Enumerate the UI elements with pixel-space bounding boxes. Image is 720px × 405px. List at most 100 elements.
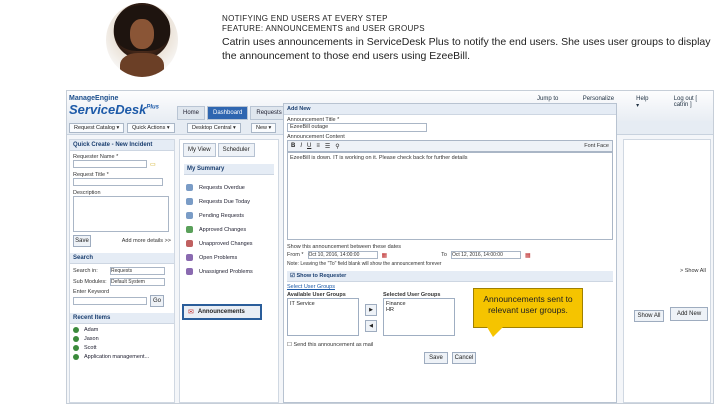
underline-icon[interactable]: U xyxy=(307,143,311,149)
app-logo: ServiceDeskPlus xyxy=(69,102,159,117)
search-in-select[interactable]: Requests xyxy=(110,267,165,275)
request-title-input[interactable] xyxy=(73,178,163,186)
list-icon[interactable]: ☰ xyxy=(325,143,330,150)
summary-item-label: Unassigned Problems xyxy=(199,268,253,275)
summary-item[interactable]: Requests Overdue xyxy=(186,184,245,191)
show-to-requester-toggle[interactable]: ☑ Show to Requester xyxy=(287,271,613,282)
user-icon xyxy=(73,336,79,342)
summary-item-label: Pending Requests xyxy=(199,212,244,219)
summary-item[interactable]: Unassigned Problems xyxy=(186,268,253,275)
summary-item-label: Requests Due Today xyxy=(199,198,250,205)
callout-note: Announcements sent to relevant user grou… xyxy=(473,288,583,328)
show-all-button[interactable]: Show All xyxy=(634,310,664,322)
app-screenshot: ManageEngine ServiceDeskPlus Home Dashbo… xyxy=(66,90,714,404)
main-tabs: Home Dashboard Requests xyxy=(177,106,288,120)
recent-item[interactable]: Scott xyxy=(73,345,171,351)
my-summary-title: My Summary xyxy=(184,164,274,175)
available-group-item[interactable]: IT Service xyxy=(290,301,356,307)
selected-groups-list[interactable]: Finance HR xyxy=(383,298,455,336)
tab-scheduler[interactable]: Scheduler xyxy=(217,143,255,157)
desktop-central-button[interactable]: Desktop Central ▾ xyxy=(187,123,241,133)
cancel-button[interactable]: Cancel xyxy=(452,352,476,364)
problem-icon xyxy=(186,268,193,275)
requester-lookup-icon[interactable]: ▭ xyxy=(150,161,156,168)
sub-modules-label: Sub Modules: xyxy=(73,279,107,285)
add-more-details-link[interactable]: Add more details >> xyxy=(122,238,171,244)
logout-link[interactable]: Log out [ catrin ] xyxy=(674,96,713,109)
search-in-label: Search in: xyxy=(73,268,98,274)
summary-item-label: Unapproved Changes xyxy=(199,240,253,247)
left-panel: Quick Create - New Incident Requester Na… xyxy=(69,139,175,403)
recent-item[interactable]: Adam xyxy=(73,327,171,333)
calendar-icon[interactable]: ▦ xyxy=(525,252,531,259)
summary-item[interactable]: Open Problems xyxy=(186,254,237,261)
summary-item[interactable]: Requests Due Today xyxy=(186,198,250,205)
selected-group-item[interactable]: HR xyxy=(386,307,452,313)
keyword-input[interactable] xyxy=(73,297,147,305)
recent-item-label: Jason xyxy=(84,336,99,342)
link-icon[interactable]: ⚲ xyxy=(335,143,339,150)
add-announcement-form: Add New Announcement Title * EzeeBill ou… xyxy=(283,103,617,403)
summary-item[interactable]: Pending Requests xyxy=(186,212,244,219)
recent-item-label: Scott xyxy=(84,345,97,351)
show-all-link[interactable]: > Show All xyxy=(680,268,706,274)
font-face-select[interactable]: Font Face xyxy=(584,143,609,149)
go-button[interactable]: Go xyxy=(150,295,164,307)
description-textarea[interactable] xyxy=(73,196,169,232)
announcement-icon: ✉ xyxy=(188,309,194,316)
announcement-title-label: Announcement Title * xyxy=(287,117,340,123)
my-summary-panel: My View Scheduler My Summary Requests Ov… xyxy=(179,139,279,403)
recent-item-label: Application management... xyxy=(84,354,150,360)
recent-item-label: Adam xyxy=(84,327,99,333)
italic-icon[interactable]: I xyxy=(300,143,302,149)
request-icon xyxy=(186,212,193,219)
new-button[interactable]: New ▾ xyxy=(251,123,277,133)
to-date-input[interactable]: Oct 12, 2016, 14:00:00 xyxy=(450,251,521,259)
summary-item-label: Approved Changes xyxy=(199,226,247,233)
save-button[interactable]: Save xyxy=(424,352,448,364)
announcements-label: Announcements xyxy=(197,309,245,315)
date-range-label: Show this announcement between these dat… xyxy=(287,244,402,250)
change-icon xyxy=(186,240,193,247)
to-label: To xyxy=(441,252,447,258)
announcements-widget-header[interactable]: ✉ Announcements xyxy=(182,304,262,320)
slide-subheading: FEATURE: ANNOUNCEMENTS and USER GROUPS xyxy=(222,24,425,33)
from-date-input[interactable]: Oct 10, 2016, 14:00:00 xyxy=(307,251,378,259)
summary-item-label: Open Problems xyxy=(199,254,238,261)
send-mail-checkbox[interactable]: ☐ Send this announcement as mail xyxy=(287,342,613,348)
problem-icon xyxy=(186,254,193,261)
send-mail-label: Send this announcement as mail xyxy=(293,342,374,348)
slide-heading: NOTIFYING END USERS AT EVERY STEP xyxy=(222,14,388,23)
request-catalog-button[interactable]: Request Catalog ▾ xyxy=(69,123,125,133)
user-icon xyxy=(73,354,79,360)
requester-input[interactable] xyxy=(73,160,147,168)
sub-modules-select[interactable]: Default System xyxy=(110,278,165,286)
quick-save-button[interactable]: Save xyxy=(73,235,91,247)
editor-toolbar: B I U ≡ ☰ ⚲ Font Face xyxy=(287,140,613,152)
recent-item[interactable]: Application management... xyxy=(73,354,171,360)
align-icon[interactable]: ≡ xyxy=(316,143,320,149)
tab-my-view[interactable]: My View xyxy=(183,143,216,157)
summary-item[interactable]: Approved Changes xyxy=(186,226,246,233)
search-title: Search xyxy=(70,253,174,264)
announcement-title-input[interactable]: EzeeBill outage xyxy=(287,123,427,132)
date-note: Note: Leaving the "To" field blank will … xyxy=(287,261,442,267)
help-link[interactable]: Help ▾ xyxy=(636,96,652,109)
tab-dashboard[interactable]: Dashboard xyxy=(207,106,249,120)
summary-item[interactable]: Unapproved Changes xyxy=(186,240,253,247)
presenter-photo xyxy=(106,3,178,77)
bold-icon[interactable]: B xyxy=(291,143,295,149)
recent-item[interactable]: Jason xyxy=(73,336,171,342)
quick-create-title: Quick Create - New Incident xyxy=(70,140,174,151)
quick-actions-button[interactable]: Quick Actions ▾ xyxy=(127,123,175,133)
available-groups-list[interactable]: IT Service xyxy=(287,298,359,336)
change-icon xyxy=(186,226,193,233)
announcement-body-editor[interactable]: EzeeBill is down. IT is working on it. P… xyxy=(287,152,613,240)
calendar-icon[interactable]: ▦ xyxy=(382,252,388,259)
move-left-icon[interactable]: ◀ xyxy=(365,320,377,332)
right-panel: > Show All Show All Add New xyxy=(623,139,711,403)
logo-main: ServiceDesk xyxy=(69,102,147,117)
tab-home[interactable]: Home xyxy=(177,106,206,120)
move-right-icon[interactable]: ▶ xyxy=(365,304,377,316)
add-new-announcement-button[interactable]: Add New xyxy=(670,307,708,321)
